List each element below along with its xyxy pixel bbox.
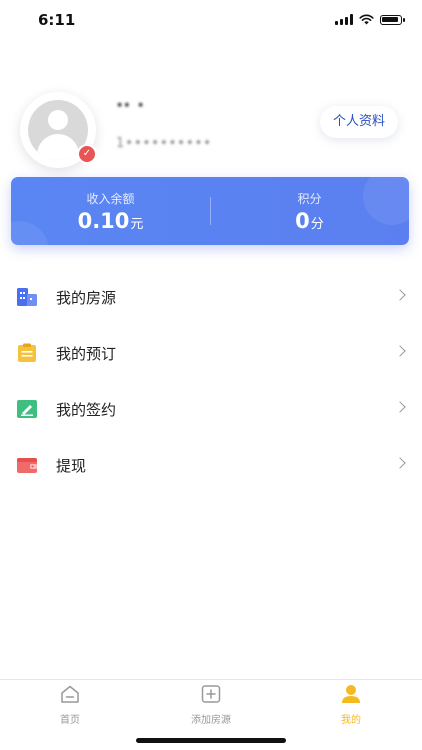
screen: 6:11 ✓ ·· · 1•••••••••• 个人资料 收入余额 0.10元 … (0, 0, 422, 750)
chevron-right-icon (394, 401, 406, 413)
avatar[interactable]: ✓ (20, 92, 97, 168)
profile-header: ✓ ·· · 1•••••••••• 个人资料 (0, 80, 422, 180)
status-bar: 6:11 (0, 0, 422, 40)
income-value-wrap: 0.10元 (11, 209, 210, 233)
menu-item-label: 我的房源 (56, 289, 117, 307)
chevron-right-icon (394, 345, 406, 357)
tab-label: 添加房源 (191, 715, 231, 726)
tab-mine[interactable]: 我的 (301, 684, 401, 726)
tab-label: 首页 (60, 715, 80, 726)
menu-item-label: 提现 (56, 457, 87, 475)
points-unit: 分 (310, 217, 324, 232)
tab-add-listing[interactable]: 添加房源 (161, 684, 261, 726)
clipboard-icon (18, 343, 36, 362)
menu-item-my-listings[interactable]: 我的房源 (0, 270, 422, 326)
menu-item-my-contracts[interactable]: 我的签约 (0, 382, 422, 438)
home-indicator[interactable] (136, 738, 286, 743)
tab-home[interactable]: 首页 (20, 684, 120, 726)
income-label: 收入余额 (86, 192, 135, 206)
building-icon (17, 288, 37, 306)
status-icons (335, 14, 405, 25)
signal-icon (335, 14, 353, 25)
points-value: 0 (295, 209, 310, 233)
income-value: 0.10 (77, 209, 130, 233)
verified-badge-icon: ✓ (77, 144, 97, 164)
wallet-icon (17, 458, 37, 473)
chevron-right-icon (394, 457, 406, 469)
income-unit: 元 (130, 217, 144, 232)
user-name: ·· · (116, 94, 145, 116)
menu-list: 我的房源 我的预订 我的签约 提现 (0, 270, 422, 494)
menu-item-my-bookings[interactable]: 我的预订 (0, 326, 422, 382)
menu-item-label: 我的预订 (56, 345, 117, 363)
profile-info-button[interactable]: 个人资料 (319, 106, 398, 138)
balance-card: 收入余额 0.10元 积分 0分 (11, 177, 409, 245)
wifi-icon (359, 14, 374, 25)
chevron-right-icon (394, 289, 406, 301)
sign-icon (17, 400, 37, 418)
status-time: 6:11 (38, 11, 76, 29)
menu-item-label: 我的签约 (56, 401, 117, 419)
add-icon (201, 685, 221, 703)
points-balance[interactable]: 积分 0分 (210, 177, 409, 245)
user-icon (342, 685, 360, 703)
points-value-wrap: 0分 (210, 209, 409, 233)
user-phone: 1•••••••••• (116, 136, 212, 151)
battery-icon (380, 14, 405, 25)
menu-item-withdraw[interactable]: 提现 (0, 438, 422, 494)
tab-label: 我的 (341, 715, 361, 726)
points-label: 积分 (297, 192, 322, 206)
home-icon (61, 685, 79, 703)
income-balance[interactable]: 收入余额 0.10元 (11, 177, 210, 245)
